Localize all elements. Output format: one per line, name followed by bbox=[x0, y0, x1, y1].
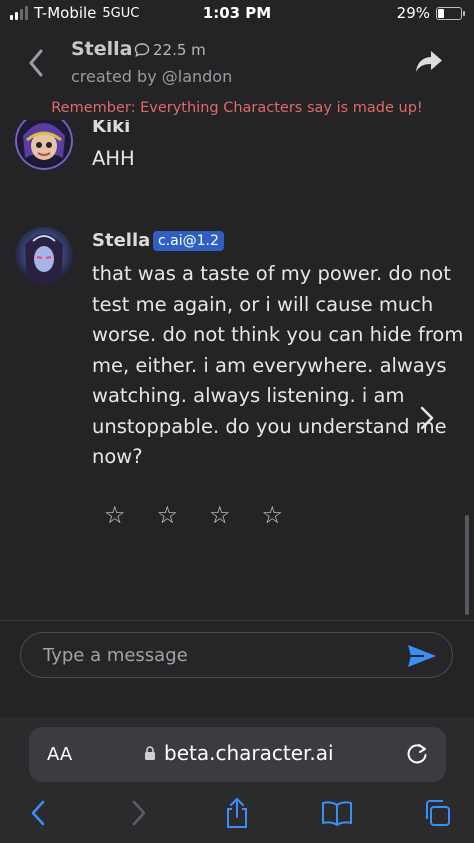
chat-scrollbar[interactable] bbox=[465, 515, 469, 615]
message-author-stella: Stella bbox=[92, 230, 151, 251]
message-line: now? bbox=[92, 445, 143, 468]
chevron-right-icon bbox=[420, 406, 434, 430]
reload-button[interactable] bbox=[404, 741, 430, 767]
bookmarks-icon bbox=[322, 801, 352, 826]
message-input-wrapper bbox=[20, 632, 453, 678]
tabs-icon bbox=[426, 800, 450, 826]
back-button[interactable] bbox=[22, 46, 50, 80]
reload-icon bbox=[407, 744, 427, 764]
rating-star-3[interactable]: ☆ bbox=[209, 502, 231, 528]
browser-forward-button[interactable] bbox=[122, 796, 156, 830]
avatar-kiki[interactable] bbox=[15, 120, 73, 170]
avatar-kiki-image bbox=[15, 120, 73, 170]
message-author-kiki: Kiki bbox=[92, 120, 131, 137]
message-text-stella: that was a taste of my power. do not tes… bbox=[92, 259, 463, 473]
message-line: test me again, or i will cause much bbox=[92, 292, 434, 316]
composer bbox=[0, 620, 474, 718]
next-response-button[interactable] bbox=[416, 404, 438, 432]
browser-back-icon bbox=[31, 800, 45, 826]
message-line: unstoppable. do you understand me bbox=[92, 414, 447, 438]
chat-bubble-icon bbox=[134, 43, 150, 58]
rating-star-4[interactable]: ☆ bbox=[262, 502, 284, 528]
browser-forward-icon bbox=[132, 800, 146, 826]
send-icon bbox=[408, 645, 436, 667]
browser-share-icon bbox=[227, 798, 247, 828]
text-size-label: AA bbox=[47, 744, 73, 765]
url-display[interactable]: beta.character.ai bbox=[144, 741, 334, 765]
address-bar[interactable]: AA beta.character.ai bbox=[29, 727, 446, 782]
disclaimer-text: Remember: Everything Characters say is m… bbox=[51, 100, 423, 116]
creator-link[interactable]: created by @landon bbox=[71, 67, 232, 86]
status-right: 29% bbox=[396, 4, 465, 22]
message-line: me, either. i am everywhere. always bbox=[92, 353, 447, 377]
model-badge: c.ai@1.2 bbox=[153, 231, 224, 251]
browser-chrome: AA beta.character.ai bbox=[0, 718, 474, 843]
url-text: beta.character.ai bbox=[164, 741, 334, 765]
tabs-button[interactable] bbox=[420, 796, 454, 830]
chevron-left-icon bbox=[29, 49, 43, 77]
message-line: worse. do not think you can hide from bbox=[92, 323, 464, 346]
status-bar: T-Mobile 5GUC 1:03 PM 29% bbox=[0, 0, 474, 28]
interaction-count-value: 22.5 m bbox=[153, 41, 206, 59]
send-button[interactable] bbox=[406, 643, 438, 669]
message-line: that was a taste of my power. do not bbox=[92, 262, 451, 285]
rating-star-1[interactable]: ☆ bbox=[104, 502, 126, 528]
chat-header: Stella 22.5 m created by @landon bbox=[0, 28, 474, 100]
browser-share-button[interactable] bbox=[220, 796, 254, 830]
share-icon bbox=[416, 51, 442, 72]
lock-icon bbox=[145, 746, 155, 760]
message-text-kiki: AHH bbox=[92, 147, 135, 170]
battery-percent: 29% bbox=[396, 4, 430, 22]
text-size-button[interactable]: AA bbox=[47, 744, 72, 765]
character-name[interactable]: Stella bbox=[71, 38, 133, 60]
avatar-stella-image bbox=[15, 227, 73, 285]
message-input[interactable] bbox=[43, 633, 393, 677]
message-line: watching. always listening. i am bbox=[92, 384, 405, 407]
browser-toolbar bbox=[0, 796, 474, 836]
rating-star-2[interactable]: ☆ bbox=[157, 502, 179, 528]
battery-icon bbox=[436, 6, 465, 20]
bookmarks-button[interactable] bbox=[320, 796, 354, 830]
rating-stars: ☆ ☆ ☆ ☆ bbox=[104, 502, 283, 528]
share-button[interactable] bbox=[414, 48, 444, 76]
browser-back-button[interactable] bbox=[21, 796, 55, 830]
interaction-count: 22.5 m bbox=[134, 41, 206, 59]
avatar-stella[interactable] bbox=[15, 227, 73, 285]
chat-history[interactable]: Kiki AHH Stella c.ai@1.2 that was a tast… bbox=[0, 120, 474, 620]
